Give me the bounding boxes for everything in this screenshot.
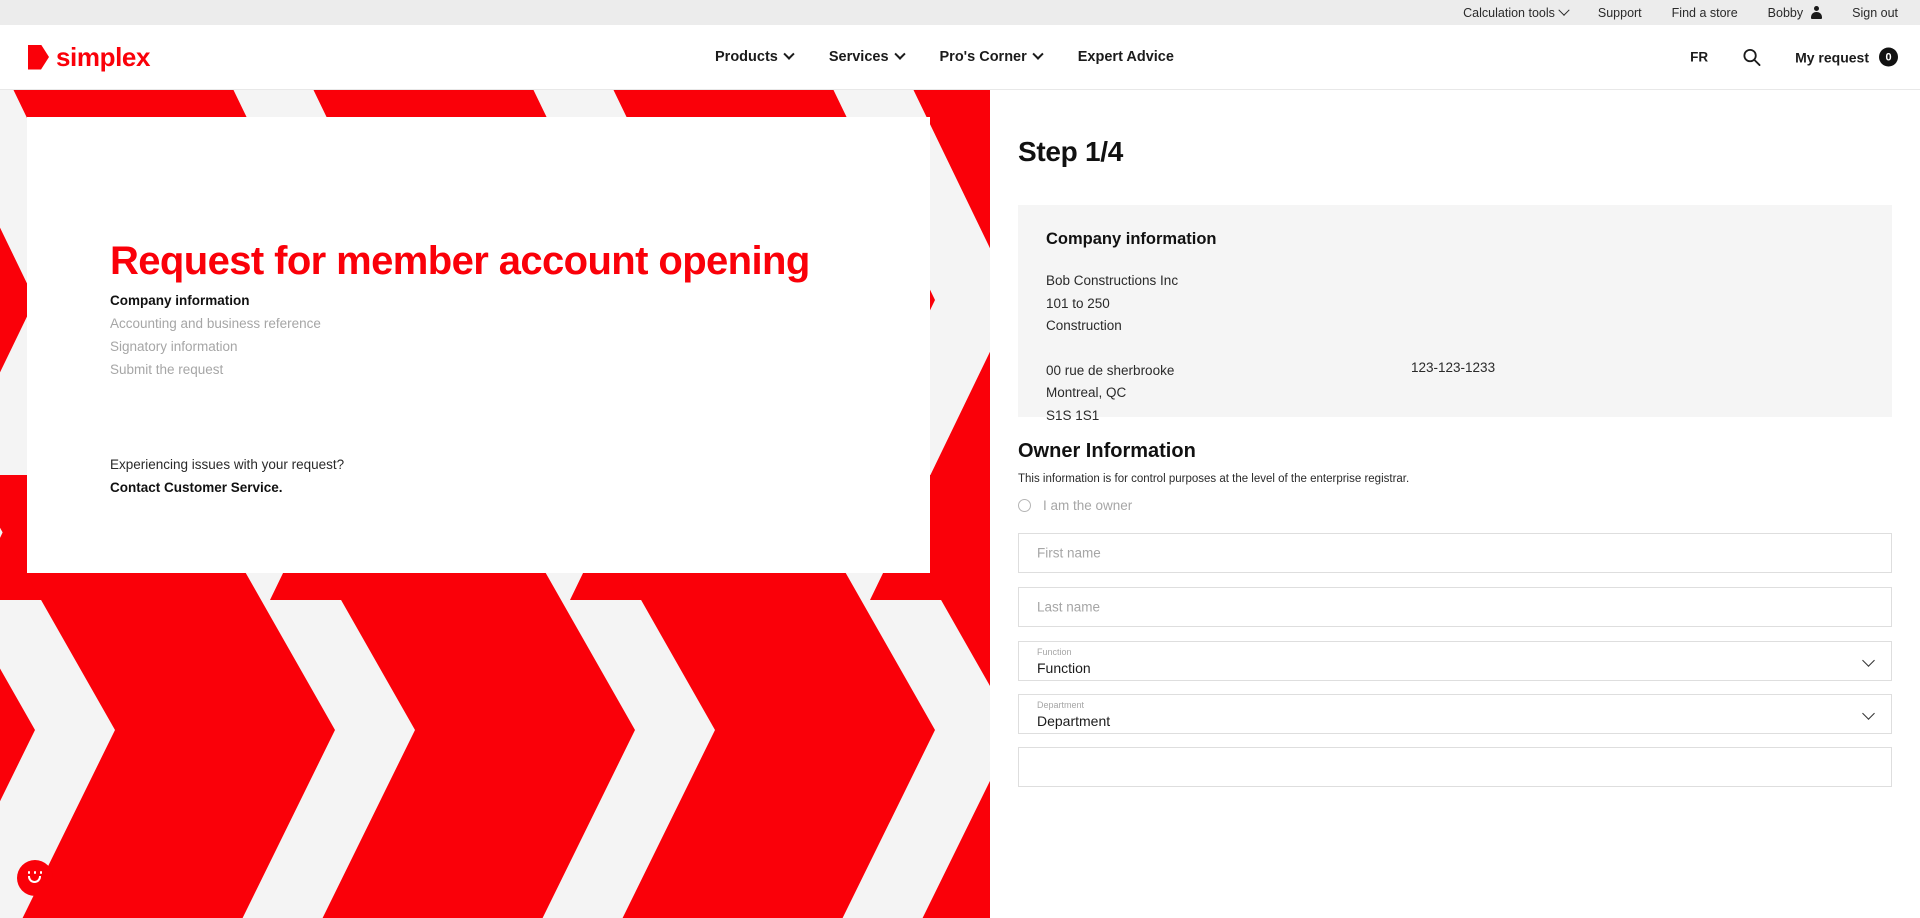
utility-bar: Calculation tools Support Find a store B… xyxy=(0,0,1920,25)
smiley-chat-icon xyxy=(26,871,45,885)
step-item-accounting-and-business-reference[interactable]: Accounting and business reference xyxy=(110,312,321,335)
my-request-count-badge: 0 xyxy=(1879,47,1898,67)
utility-item-label: Bobby xyxy=(1767,5,1804,20)
main-nav: Products Services Pro's Corner Expert Ad… xyxy=(715,48,1174,65)
company-phone: 123-123-1233 xyxy=(1411,359,1496,375)
hero-panel: Request for member account opening Compa… xyxy=(0,90,990,918)
my-request-label: My request xyxy=(1795,49,1869,65)
company-address-line2: Montreal, QC xyxy=(1046,385,1127,400)
next-field-partial[interactable] xyxy=(1018,747,1892,787)
nav-item-products[interactable]: Products xyxy=(715,48,795,65)
owner-information-heading: Owner Information xyxy=(1018,440,1196,462)
form-panel: Step 1/4 Company information Bob Constru… xyxy=(990,90,1920,918)
user-icon xyxy=(1810,6,1822,19)
utility-item-label: Calculation tools xyxy=(1463,5,1555,20)
hero-card: Request for member account opening Compa… xyxy=(27,117,930,573)
main-header: simplex Products Services Pro's Corner E… xyxy=(0,25,1920,90)
nav-item-label: Products xyxy=(715,49,778,65)
function-select-value: Function xyxy=(1037,660,1091,676)
search-icon[interactable] xyxy=(1742,48,1761,67)
logo-text: simplex xyxy=(56,42,151,72)
nav-item-label: Pro's Corner xyxy=(939,49,1027,65)
nav-item-pros-corner[interactable]: Pro's Corner xyxy=(939,48,1044,65)
utility-item-account[interactable]: Bobby xyxy=(1768,6,1822,20)
nav-item-label: Expert Advice xyxy=(1077,49,1174,65)
step-item-signatory-information[interactable]: Signatory information xyxy=(110,335,321,358)
chevron-down-icon xyxy=(1032,48,1044,60)
company-postal-code: S1S 1S1 xyxy=(1046,407,1100,423)
header-actions: FR My request 0 xyxy=(1690,47,1898,67)
company-size: 101 to 250 xyxy=(1046,295,1110,311)
company-contact-block: 00 rue de sherbrooke Montreal, QC S1S 1S… xyxy=(1046,360,1864,428)
step-item-company-information[interactable]: Company information xyxy=(110,289,321,312)
function-select[interactable]: Function Function xyxy=(1018,641,1892,681)
nav-item-label: Services xyxy=(828,49,889,65)
chevron-down-icon xyxy=(1862,707,1875,720)
logo[interactable]: simplex xyxy=(28,44,150,70)
company-information-card: Company information Bob Constructions In… xyxy=(1018,205,1892,423)
step-item-submit-the-request[interactable]: Submit the request xyxy=(110,358,321,381)
last-name-field[interactable]: Last name xyxy=(1018,587,1892,627)
page-root: Calculation tools Support Find a store B… xyxy=(0,0,1920,918)
company-name: Bob Constructions Inc xyxy=(1046,273,1179,288)
step-heading: Step 1/4 xyxy=(1018,136,1123,167)
utility-item-label: Sign out xyxy=(1852,5,1898,20)
company-industry: Construction xyxy=(1046,318,1122,333)
page-title: Request for member account opening xyxy=(110,238,810,283)
first-name-placeholder: First name xyxy=(1037,545,1101,561)
last-name-placeholder: Last name xyxy=(1037,599,1101,615)
owner-radio-label: I am the owner xyxy=(1043,498,1133,513)
owner-information-note: This information is for control purposes… xyxy=(1018,473,1410,485)
department-select-label: Department xyxy=(1037,700,1085,710)
owner-radio-row[interactable]: I am the owner xyxy=(1018,498,1132,513)
language-toggle[interactable]: FR xyxy=(1690,50,1708,65)
chevron-down-icon xyxy=(1558,4,1570,16)
utility-item-label: Find a store xyxy=(1671,5,1738,20)
utility-item-calculation-tools[interactable]: Calculation tools xyxy=(1463,4,1570,20)
contact-customer-service-link[interactable]: Contact Customer Service. xyxy=(110,476,344,499)
my-request-button[interactable]: My request 0 xyxy=(1795,47,1898,67)
help-block: Experiencing issues with your request? C… xyxy=(110,453,344,499)
chevron-down-icon xyxy=(1862,654,1875,667)
department-select[interactable]: Department Department xyxy=(1018,694,1892,734)
step-list: Company information Accounting and busin… xyxy=(110,289,321,381)
function-select-label: Function xyxy=(1037,647,1072,657)
utility-item-find-a-store[interactable]: Find a store xyxy=(1672,6,1738,20)
first-name-field[interactable]: First name xyxy=(1018,533,1892,573)
chat-widget-button[interactable] xyxy=(17,860,53,896)
chevron-down-icon xyxy=(783,48,795,60)
simplex-arrow-mark-icon xyxy=(28,44,49,70)
department-select-value: Department xyxy=(1037,713,1111,729)
chevron-down-icon xyxy=(893,48,906,60)
nav-item-expert-advice[interactable]: Expert Advice xyxy=(1078,49,1174,65)
help-question: Experiencing issues with your request? xyxy=(110,457,345,472)
utility-item-label: Support xyxy=(1597,5,1642,20)
utility-item-sign-out[interactable]: Sign out xyxy=(1852,6,1898,20)
radio-unchecked-icon[interactable] xyxy=(1018,499,1031,512)
company-card-title: Company information xyxy=(1046,230,1217,248)
nav-item-services[interactable]: Services xyxy=(828,48,906,65)
utility-item-support[interactable]: Support xyxy=(1598,6,1642,20)
